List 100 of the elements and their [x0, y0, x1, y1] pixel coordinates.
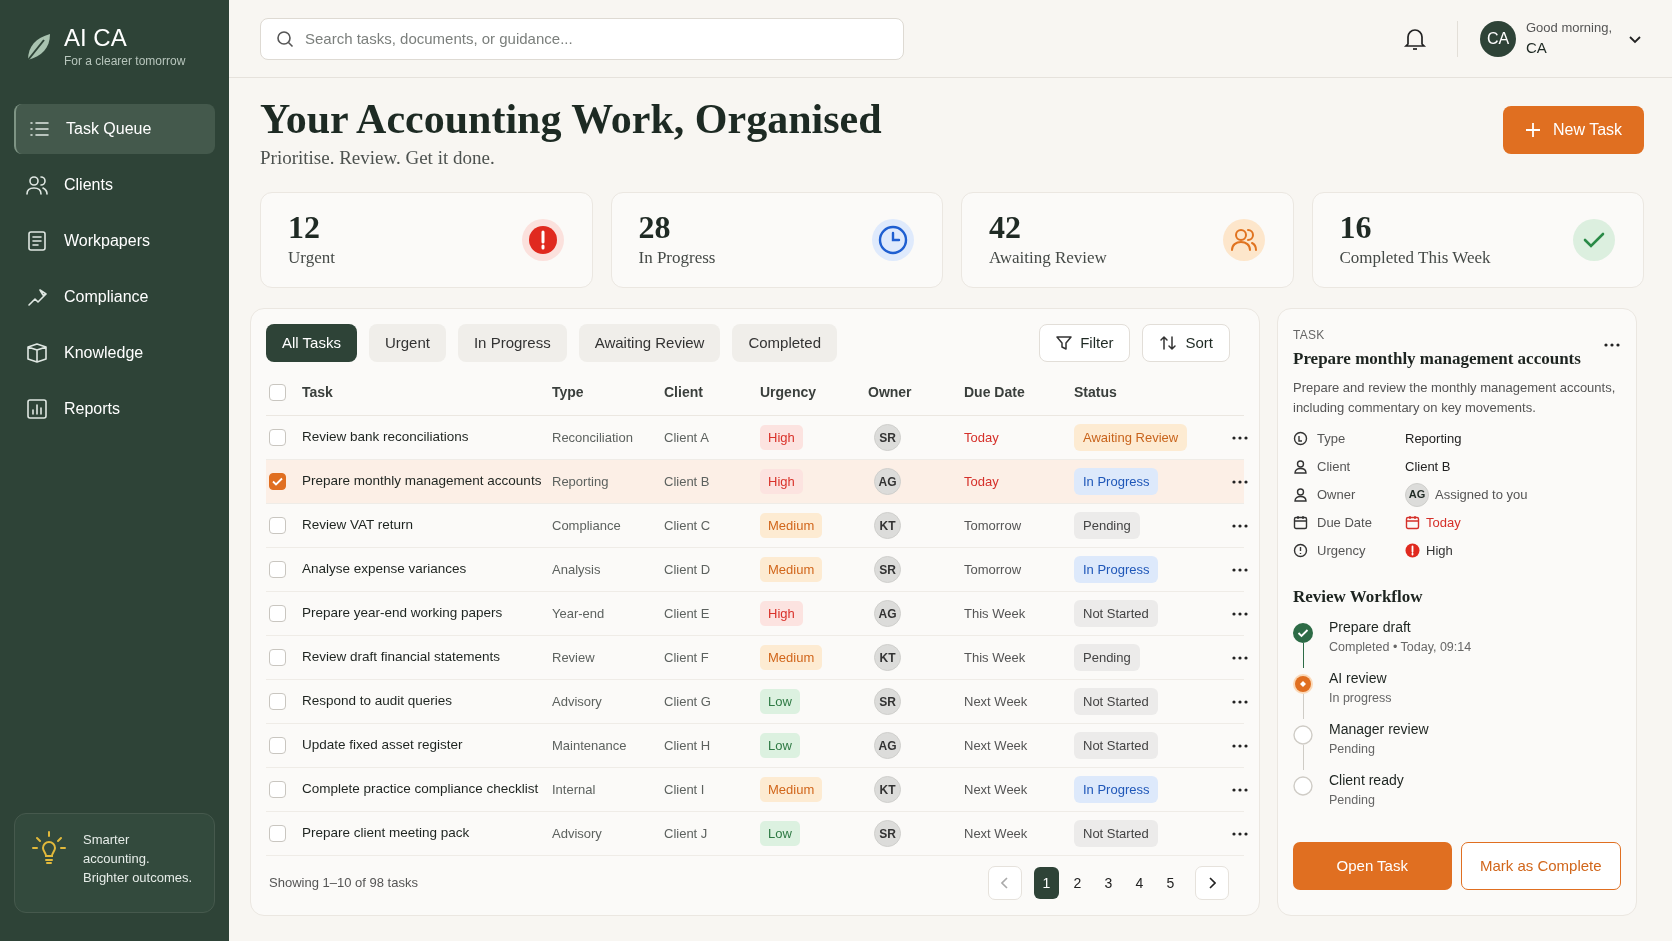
task-name: Analyse expense variances: [302, 560, 468, 579]
stat-label: Urgent: [288, 247, 336, 270]
checkbox[interactable]: [269, 561, 286, 578]
next-page-button[interactable]: [1195, 866, 1229, 900]
more-icon[interactable]: [1232, 743, 1248, 748]
person-icon: [1293, 459, 1308, 474]
step-title: Manager review: [1329, 720, 1429, 739]
table-row[interactable]: Update fixed asset register Maintenance Client H Low AG Next Week Not Started: [266, 724, 1244, 768]
status-badge: Awaiting Review: [1074, 423, 1188, 452]
more-icon[interactable]: [1232, 435, 1248, 440]
due-date: Next Week: [964, 736, 1029, 755]
due-date: Next Week: [964, 824, 1029, 843]
more-icon[interactable]: [1232, 655, 1248, 660]
table-row[interactable]: Prepare year-end working papers Year-end Client E High AG This Week Not Started: [266, 592, 1244, 636]
more-icon[interactable]: [1232, 831, 1248, 836]
checkbox[interactable]: [269, 693, 286, 710]
table-cell-text: Reconciliation: [552, 428, 634, 447]
checkbox[interactable]: [269, 517, 286, 534]
chevron-right-icon: [1208, 877, 1216, 889]
task-name: Prepare monthly management accounts: [302, 472, 543, 491]
section-title: Review Workflow: [1293, 585, 1424, 608]
task-name: Respond to audit queries: [302, 692, 454, 711]
filter-tab[interactable]: Urgent: [368, 324, 446, 362]
filter-tab[interactable]: In Progress: [457, 324, 567, 362]
promo-text: Smarter accounting. Brighter outcomes.: [83, 831, 193, 887]
urgency-badge: High: [760, 424, 803, 451]
table-row[interactable]: Review draft financial statements Review Client F Medium KT This Week Pending: [266, 636, 1244, 680]
table-row[interactable]: Review VAT return Compliance Client C Medium KT Tomorrow Pending: [266, 504, 1244, 548]
table-cell-text: Client E: [664, 604, 711, 623]
more-icon[interactable]: [1604, 343, 1620, 347]
column-header: Owner: [868, 383, 913, 402]
owner-avatar: SR: [874, 424, 901, 451]
checkbox[interactable]: [269, 737, 286, 754]
checkbox[interactable]: [269, 781, 286, 798]
due-date: Tomorrow: [964, 516, 1023, 535]
page-button[interactable]: 3: [1096, 867, 1121, 899]
more-icon[interactable]: [1232, 567, 1248, 572]
checkbox[interactable]: [269, 473, 286, 490]
owner-avatar: SR: [874, 820, 901, 847]
chevron-down-icon[interactable]: [1628, 33, 1642, 44]
step-title: Prepare draft: [1329, 618, 1412, 637]
checkbox[interactable]: [269, 384, 286, 401]
clock-icon: [871, 218, 915, 262]
owner-avatar: KT: [874, 776, 901, 803]
owner-avatar: AG: [874, 468, 901, 495]
more-icon[interactable]: [1232, 523, 1248, 528]
page-button[interactable]: 4: [1127, 867, 1152, 899]
status-badge: Pending: [1074, 643, 1140, 672]
filter-tab[interactable]: All Tasks: [266, 324, 357, 362]
more-icon[interactable]: [1232, 699, 1248, 704]
stat-value: 28: [638, 209, 672, 246]
page-button[interactable]: 2: [1065, 867, 1090, 899]
lightbulb-icon: [31, 830, 67, 866]
search-field[interactable]: Search tasks, documents, or guidance...: [260, 17, 904, 60]
more-icon[interactable]: [1232, 479, 1248, 484]
table-cell-text: Compliance: [552, 516, 622, 535]
table-row[interactable]: Complete practice compliance checklist Internal Client I Medium KT Next Week In Progress: [266, 768, 1244, 812]
stat-value: 16: [1339, 209, 1373, 246]
table-cell-text: Client A: [664, 428, 710, 447]
status-badge: In Progress: [1074, 467, 1159, 496]
field-value: Reporting: [1405, 429, 1462, 448]
checkbox[interactable]: [269, 429, 286, 446]
page-subtitle: Prioritise. Review. Get it done.: [260, 146, 496, 170]
nav-item[interactable]: Reports: [14, 384, 215, 434]
sort-button[interactable]: Sort: [1142, 324, 1230, 362]
step-title: AI review: [1329, 669, 1388, 688]
search-icon: [276, 29, 294, 48]
nav-item[interactable]: Workpapers: [14, 216, 215, 266]
checkbox[interactable]: [269, 605, 286, 622]
status-badge: In Progress: [1074, 555, 1159, 584]
table-row[interactable]: Respond to audit queries Advisory Client G Low SR Next Week Not Started: [266, 680, 1244, 724]
nav-item[interactable]: Task Queue: [14, 104, 215, 154]
table-cell-text: Year-end: [552, 604, 606, 623]
more-icon[interactable]: [1232, 787, 1248, 792]
nav-item[interactable]: Knowledge: [14, 328, 215, 378]
more-icon[interactable]: [1232, 611, 1248, 616]
checkmark-icon: [1572, 218, 1616, 262]
table-row[interactable]: Prepare client meeting pack Advisory Client J Low SR Next Week Not Started: [266, 812, 1244, 856]
bar-chart-icon: [26, 398, 48, 420]
table-cell-text: Analysis: [552, 560, 602, 579]
results-count: Showing 1–10 of 98 tasks: [268, 874, 418, 893]
checkbox[interactable]: [269, 649, 286, 666]
status-badge: Not Started: [1074, 731, 1158, 760]
task-name: Prepare year-end working papers: [302, 604, 504, 623]
nav-item[interactable]: Compliance: [14, 272, 215, 322]
column-header: Type: [552, 383, 585, 402]
nav-item[interactable]: Clients: [14, 160, 215, 210]
table-row[interactable]: Analyse expense variances Analysis Client D Medium SR Tomorrow In Progress: [266, 548, 1244, 592]
filter-tab[interactable]: Awaiting Review: [578, 324, 721, 362]
step-detail: Completed • Today, 09:14: [1329, 639, 1472, 656]
status-badge: Not Started: [1074, 599, 1158, 628]
owner-avatar: KT: [874, 512, 901, 539]
mark-complete-button[interactable]: Mark as Complete: [1460, 842, 1621, 890]
checkbox[interactable]: [269, 825, 286, 842]
field-label: Client: [1317, 457, 1351, 476]
page-button[interactable]: 5: [1158, 867, 1183, 899]
filter-button[interactable]: Filter: [1039, 324, 1131, 362]
user-avatar[interactable]: CA: [1480, 20, 1516, 57]
page-button[interactable]: 1: [1034, 867, 1059, 899]
filter-tab[interactable]: Completed: [732, 324, 837, 362]
